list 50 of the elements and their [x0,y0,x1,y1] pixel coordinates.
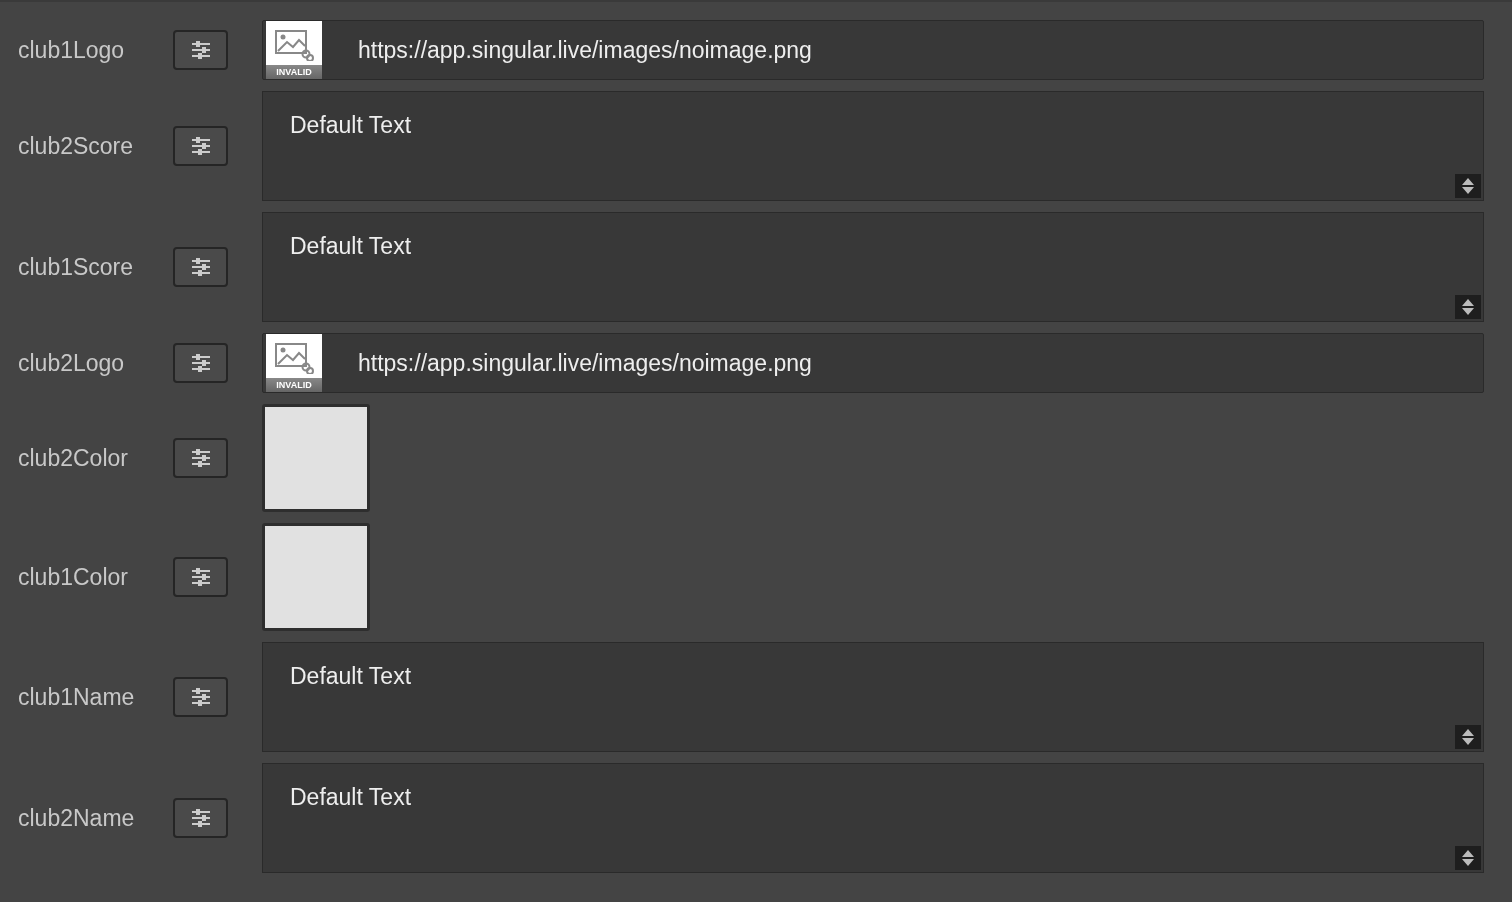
resize-stepper[interactable] [1455,725,1481,749]
field-label: club2Logo [17,348,126,378]
text-area[interactable]: Default Text [262,212,1484,322]
sliders-icon [190,568,211,586]
url-field[interactable]: INVALID https://app.singular.live/images/noimage.png [262,333,1484,393]
resize-stepper[interactable] [1455,846,1481,870]
field-label: club1Color [17,562,129,592]
field-label: club2Color [17,443,129,473]
sliders-icon [190,258,211,276]
resize-stepper[interactable] [1455,174,1481,198]
sliders-icon [190,809,211,827]
settings-button[interactable] [173,438,228,478]
sliders-icon [190,354,211,372]
up-down-arrows-icon [1461,728,1475,746]
field-label: club1Score [17,252,135,282]
text-area[interactable]: Default Text [262,642,1484,752]
settings-button[interactable] [173,677,228,717]
sliders-icon [190,688,211,706]
field-value: Default Text [290,233,412,259]
settings-button[interactable] [173,126,228,166]
field-label: club2Name [17,803,136,833]
broken-image-icon [274,342,314,374]
url-text: https://app.singular.live/images/noimage.png [358,348,812,378]
settings-button[interactable] [173,30,228,70]
sliders-icon [190,41,211,59]
color-swatch[interactable] [262,404,370,512]
color-swatch[interactable] [262,523,370,631]
broken-image-icon [274,29,314,61]
settings-button[interactable] [173,343,228,383]
field-label: club1Logo [17,35,126,65]
url-text: https://app.singular.live/images/noimage.png [358,35,812,65]
field-label: club2Score [17,131,135,161]
sliders-icon [190,137,211,155]
up-down-arrows-icon [1461,177,1475,195]
sliders-icon [190,449,211,467]
text-area[interactable]: Default Text [262,91,1484,201]
field-value: Default Text [290,112,412,138]
resize-stepper[interactable] [1455,295,1481,319]
settings-button[interactable] [173,557,228,597]
invalid-label: INVALID [266,378,322,392]
up-down-arrows-icon [1461,849,1475,867]
settings-button[interactable] [173,798,228,838]
text-area[interactable]: Default Text [262,763,1484,873]
field-value: Default Text [290,784,412,810]
up-down-arrows-icon [1461,298,1475,316]
invalid-label: INVALID [266,65,322,79]
field-label: club1Name [17,682,136,712]
field-value: Default Text [290,663,412,689]
url-field[interactable]: INVALID https://app.singular.live/images/noimage.png [262,20,1484,80]
settings-button[interactable] [173,247,228,287]
